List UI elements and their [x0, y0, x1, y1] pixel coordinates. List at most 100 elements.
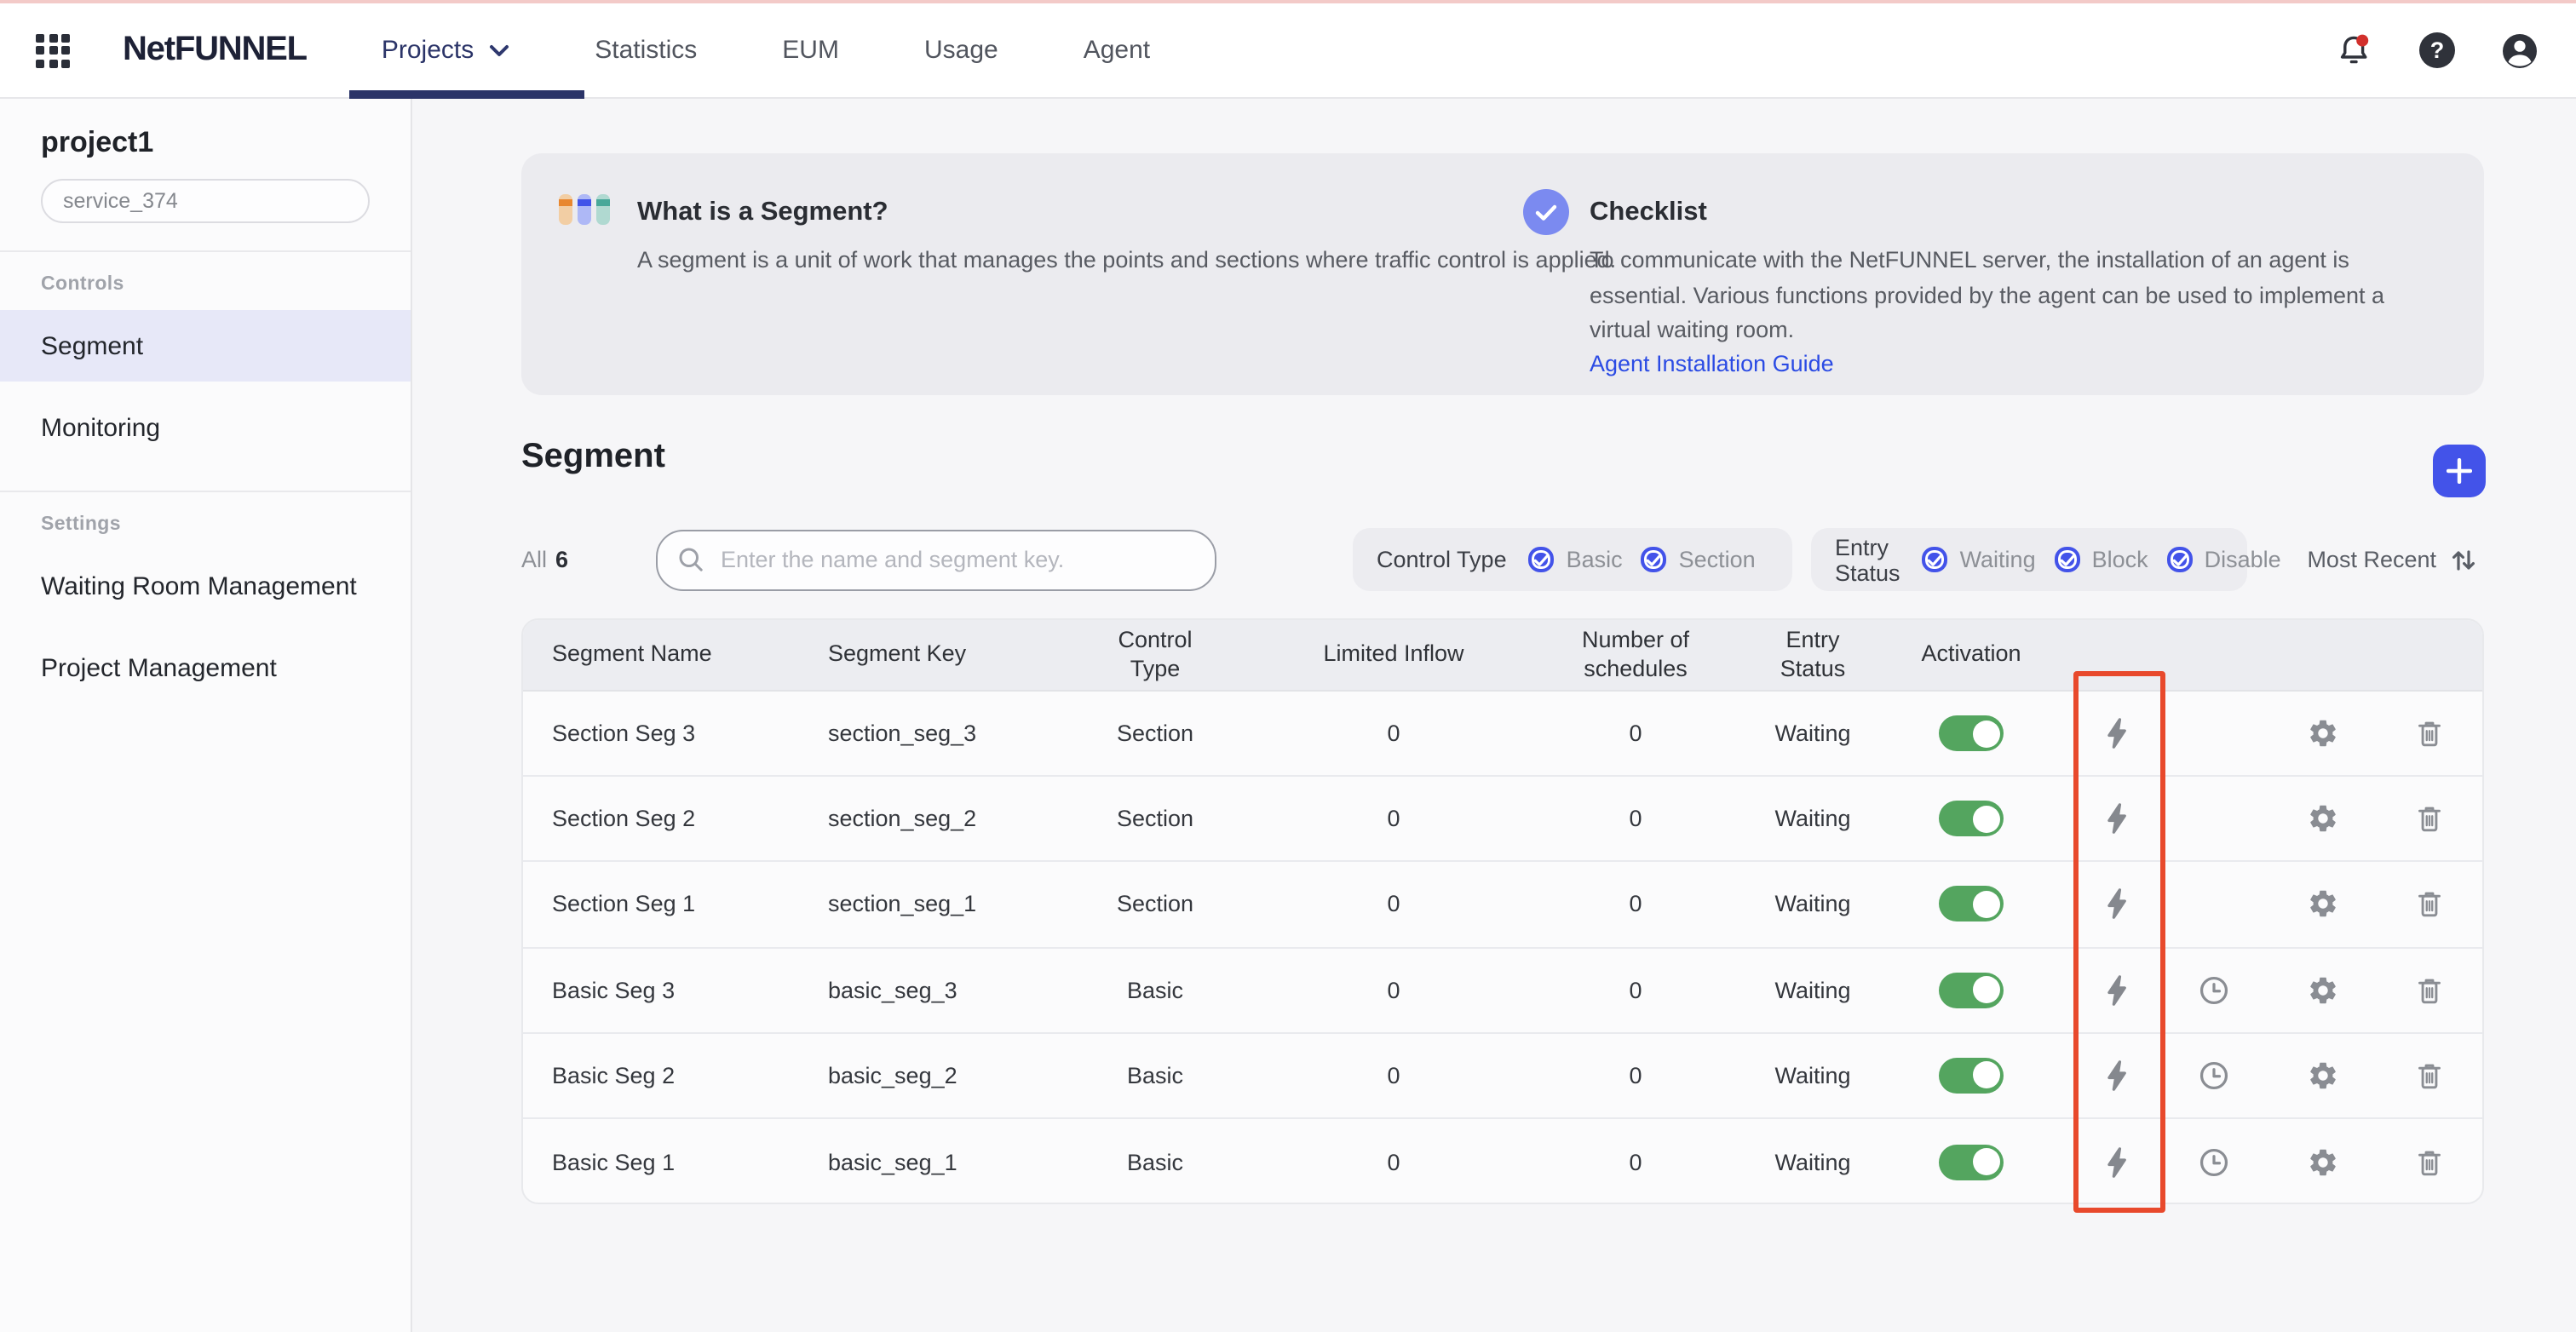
entry-status-cell: Waiting: [1760, 807, 1866, 832]
nav-item-usage[interactable]: Usage: [924, 36, 998, 65]
checkbox-checked-icon: [1642, 547, 1667, 572]
agent-installation-guide-link[interactable]: Agent Installation Guide: [1590, 351, 1834, 376]
segment-info-title: What is a Segment?: [637, 198, 888, 228]
settings-gear-icon[interactable]: [2306, 973, 2338, 1006]
nav-item-statistics[interactable]: Statistics: [595, 36, 697, 65]
filter-toolbar: All 6 Control Type Basic: [521, 528, 2484, 591]
table-header: Segment Name Segment Key Control Type Li…: [523, 620, 2482, 692]
checklist-body: To communicate with the NetFUNNEL server…: [1590, 244, 2411, 348]
delete-trash-icon[interactable]: [2414, 1059, 2445, 1092]
limited-inflow-cell: 0: [1276, 807, 1511, 832]
activation-toggle[interactable]: [1939, 1058, 2004, 1094]
checkbox-waiting[interactable]: Waiting: [1923, 547, 2036, 572]
entry-status-cell: Waiting: [1760, 1063, 1866, 1088]
delete-trash-icon[interactable]: [2414, 888, 2445, 921]
search-icon: [678, 547, 704, 572]
nav-item-projects[interactable]: Projects: [382, 36, 509, 65]
sort-control[interactable]: Most Recent: [2307, 546, 2477, 573]
activation-toggle[interactable]: [1939, 972, 2004, 1008]
sidebar-item-label: Waiting Room Management: [41, 571, 357, 600]
active-tab-underline: [349, 90, 584, 99]
schedule-clock-icon[interactable]: [2197, 973, 2229, 1006]
entry-status-cell: Waiting: [1760, 892, 1866, 917]
checkbox-block[interactable]: Block: [2055, 547, 2148, 572]
service-key-label: service_374: [63, 189, 178, 213]
checklist-check-icon: [1523, 189, 1569, 235]
sidebar-item-waiting-room-management[interactable]: Waiting Room Management: [0, 550, 411, 622]
top-navbar: NetFUNNEL Projects Statistics EUM Usage …: [0, 3, 2576, 99]
sidebar-section-controls: Controls: [41, 274, 411, 295]
apps-grid-icon[interactable]: [36, 33, 70, 67]
sidebar-item-monitoring[interactable]: Monitoring: [0, 392, 411, 463]
nav-item-label: EUM: [782, 36, 839, 65]
lightning-icon[interactable]: [2103, 888, 2129, 921]
toggle-knob: [1972, 1148, 1999, 1175]
service-key-pill[interactable]: service_374: [41, 179, 370, 223]
table-row: Basic Seg 2 basic_seg_2 Basic 0 0 Waitin…: [523, 1034, 2482, 1119]
entry-status-label: Entry Status: [1835, 534, 1900, 585]
segment-key-cell: basic_seg_3: [799, 977, 1034, 1002]
delete-trash-icon[interactable]: [2414, 973, 2445, 1006]
column-header-segment-name: Segment Name: [523, 641, 799, 669]
delete-trash-icon[interactable]: [2414, 717, 2445, 749]
column-header-activation: Activation: [1866, 641, 2077, 669]
entry-status-cell: Waiting: [1760, 721, 1866, 746]
settings-gear-icon[interactable]: [2306, 1145, 2338, 1178]
nav-item-agent[interactable]: Agent: [1084, 36, 1150, 65]
number-of-schedules-cell: 0: [1511, 977, 1760, 1002]
settings-gear-icon[interactable]: [2306, 888, 2338, 921]
control-type-cell: Section: [1034, 807, 1276, 832]
checkbox-basic[interactable]: Basic: [1529, 547, 1623, 572]
project-title: project1: [0, 99, 411, 160]
checkbox-label: Waiting: [1960, 547, 2036, 572]
notifications-bell-icon[interactable]: [2336, 32, 2373, 68]
number-of-schedules-cell: 0: [1511, 807, 1760, 832]
entry-status-filter: Entry Status Waiting Block Disable: [1811, 528, 2247, 591]
activation-toggle[interactable]: [1939, 1144, 2004, 1180]
sidebar-item-segment[interactable]: Segment: [0, 310, 411, 382]
limited-inflow-cell: 0: [1276, 892, 1511, 917]
control-type-cell: Section: [1034, 721, 1276, 746]
settings-gear-icon[interactable]: [2306, 803, 2338, 835]
limited-inflow-cell: 0: [1276, 977, 1511, 1002]
help-icon[interactable]: ?: [2419, 32, 2455, 68]
chevron-down-icon: [489, 43, 509, 57]
settings-gear-icon[interactable]: [2306, 1059, 2338, 1092]
segment-name-cell: Section Seg 1: [523, 892, 799, 917]
sidebar-item-project-management[interactable]: Project Management: [0, 632, 411, 703]
account-avatar-icon[interactable]: [2501, 32, 2539, 69]
delete-trash-icon[interactable]: [2414, 803, 2445, 835]
lightning-icon[interactable]: [2103, 803, 2129, 835]
column-header-limited-inflow: Limited Inflow: [1276, 641, 1511, 669]
app-window: NetFUNNEL Projects Statistics EUM Usage …: [0, 0, 2576, 1332]
sidebar-divider: [0, 491, 411, 492]
lightning-icon[interactable]: [2103, 1145, 2129, 1178]
lightning-icon[interactable]: [2103, 973, 2129, 1006]
sidebar-section-settings: Settings: [41, 514, 411, 535]
nav-item-label: Usage: [924, 36, 998, 65]
add-segment-button[interactable]: [2433, 445, 2486, 497]
brand-logo: NetFUNNEL: [123, 31, 307, 70]
all-count-value: 6: [555, 547, 568, 572]
schedule-clock-icon[interactable]: [2197, 1145, 2229, 1178]
nav-item-eum[interactable]: EUM: [782, 36, 839, 65]
notification-badge: [2356, 35, 2368, 47]
entry-status-cell: Waiting: [1760, 1149, 1866, 1174]
lightning-icon[interactable]: [2103, 1059, 2129, 1092]
delete-trash-icon[interactable]: [2414, 1145, 2445, 1178]
activation-toggle[interactable]: [1939, 887, 2004, 922]
plus-icon: [2447, 458, 2472, 484]
schedule-clock-icon[interactable]: [2197, 1059, 2229, 1092]
settings-gear-icon[interactable]: [2306, 717, 2338, 749]
segment-key-cell: basic_seg_2: [799, 1063, 1034, 1088]
search-input[interactable]: [717, 545, 1194, 574]
table-row: Basic Seg 1 basic_seg_1 Basic 0 0 Waitin…: [523, 1119, 2482, 1204]
control-type-filter: Control Type Basic Section: [1353, 528, 1792, 591]
lightning-icon[interactable]: [2103, 717, 2129, 749]
checkbox-label: Section: [1679, 547, 1756, 572]
checkbox-disable[interactable]: Disable: [2167, 547, 2281, 572]
checkbox-section[interactable]: Section: [1642, 547, 1756, 572]
checkbox-checked-icon: [2055, 547, 2080, 572]
activation-toggle[interactable]: [1939, 715, 2004, 751]
activation-toggle[interactable]: [1939, 801, 2004, 837]
